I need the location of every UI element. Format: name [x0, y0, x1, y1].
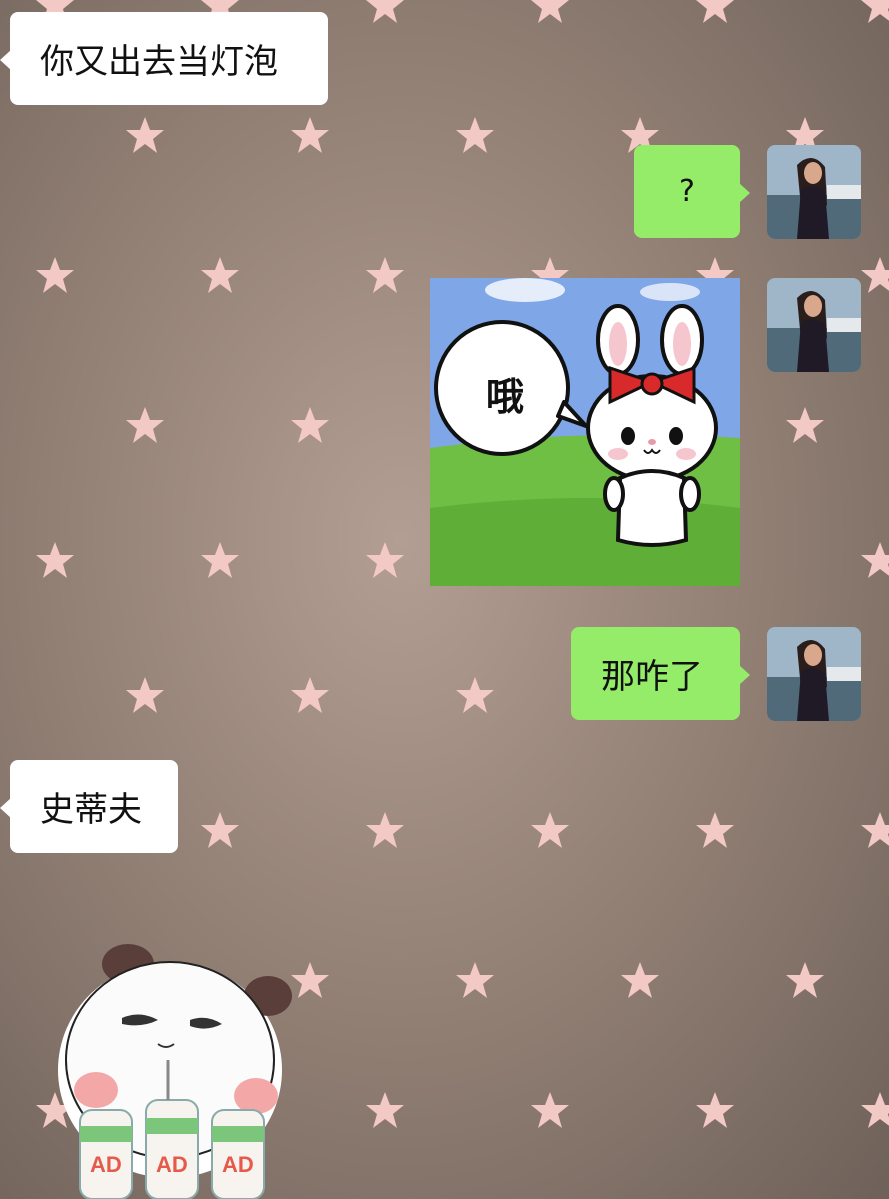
- star-icon: [860, 1090, 889, 1130]
- incoming-message-bubble[interactable]: 史蒂夫: [0, 760, 178, 853]
- star-icon: [35, 255, 75, 295]
- star-icon: [35, 540, 75, 580]
- my-avatar[interactable]: [767, 627, 861, 721]
- bottle-label: AD: [90, 1152, 122, 1177]
- star-icon: [785, 960, 825, 1000]
- outgoing-message-bubble[interactable]: ?: [634, 145, 750, 238]
- rabbit-sticker[interactable]: 哦: [430, 278, 740, 586]
- star-icon: [200, 810, 240, 850]
- star-icon: [290, 115, 330, 155]
- star-icon: [455, 115, 495, 155]
- star-icon: [365, 810, 405, 850]
- star-icon: [455, 960, 495, 1000]
- star-icon: [860, 255, 889, 295]
- star-icon: [125, 675, 165, 715]
- star-icon: [290, 405, 330, 445]
- panda-sticker[interactable]: AD AD AD: [50, 940, 300, 1199]
- my-avatar[interactable]: [767, 278, 861, 372]
- star-icon: [860, 540, 889, 580]
- star-icon: [530, 1090, 570, 1130]
- star-icon: [365, 1090, 405, 1130]
- star-icon: [530, 0, 570, 25]
- sticker-caption: 哦: [486, 375, 525, 419]
- star-icon: [695, 810, 735, 850]
- avatar-photo-icon: [767, 145, 861, 239]
- star-icon: [620, 960, 660, 1000]
- my-avatar[interactable]: [767, 145, 861, 239]
- star-icon: [200, 255, 240, 295]
- panda-sticker-icon: AD AD AD: [58, 944, 292, 1199]
- message-text: 你又出去当灯泡: [40, 42, 278, 82]
- star-icon: [365, 255, 405, 295]
- star-icon: [695, 0, 735, 25]
- star-icon: [785, 405, 825, 445]
- star-icon: [125, 405, 165, 445]
- avatar-photo-icon: [767, 278, 861, 372]
- message-text: 史蒂夫: [40, 790, 142, 830]
- incoming-message-bubble[interactable]: 你又出去当灯泡: [0, 12, 328, 105]
- star-icon: [860, 0, 889, 25]
- bottle-label: AD: [156, 1152, 188, 1177]
- star-icon: [365, 0, 405, 25]
- star-icon: [695, 1090, 735, 1130]
- star-icon: [530, 810, 570, 850]
- message-text: ?: [679, 174, 695, 209]
- star-icon: [200, 540, 240, 580]
- rabbit-sticker-icon: [430, 278, 740, 586]
- message-text: 那咋了: [601, 657, 703, 697]
- outgoing-message-bubble[interactable]: 那咋了: [571, 627, 750, 720]
- star-icon: [455, 675, 495, 715]
- avatar-photo-icon: [767, 627, 861, 721]
- star-icon: [365, 540, 405, 580]
- star-icon: [860, 810, 889, 850]
- bottle-label: AD: [222, 1152, 254, 1177]
- star-icon: [125, 115, 165, 155]
- star-icon: [290, 675, 330, 715]
